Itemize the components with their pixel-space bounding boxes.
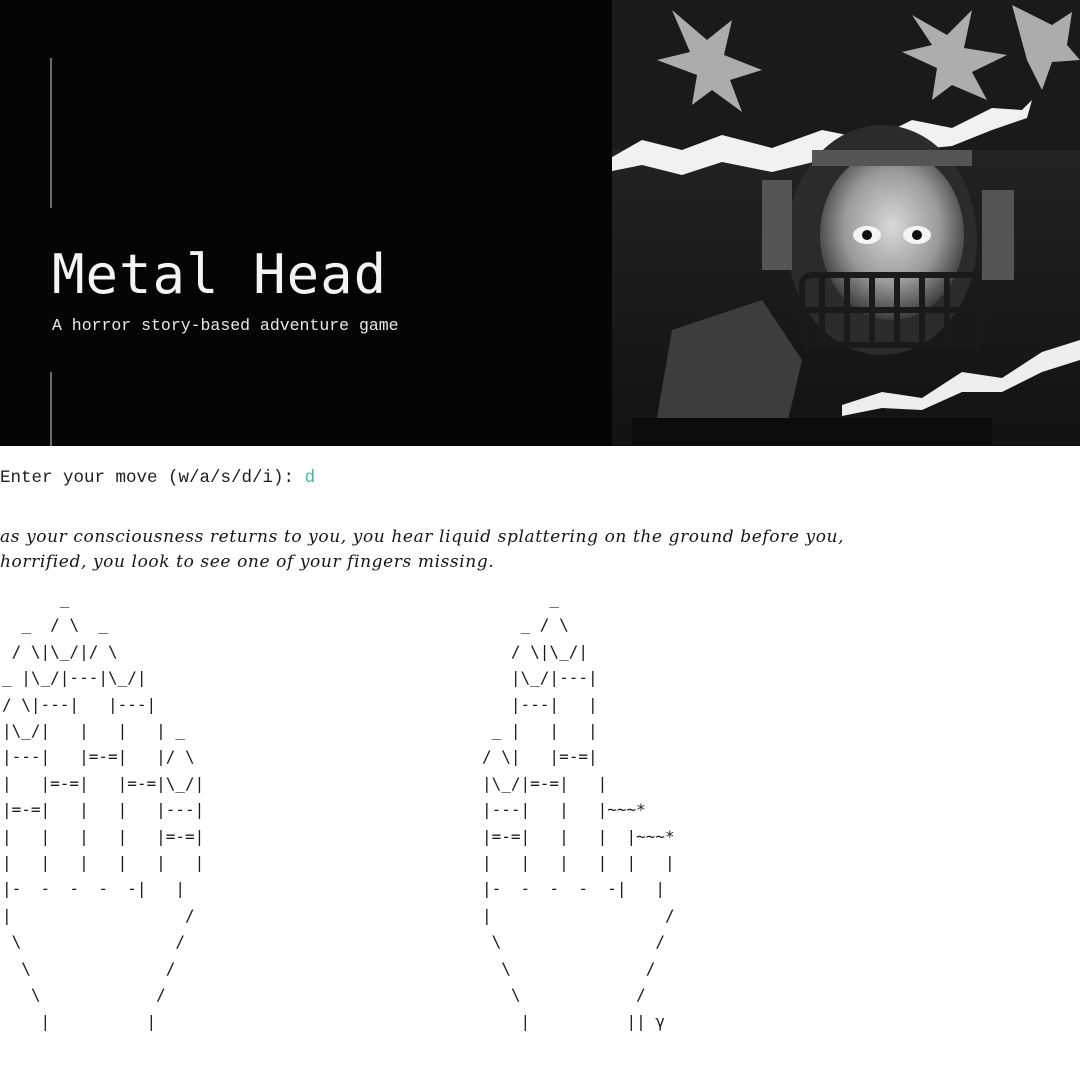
story-line: horrified, you look to see one of your f… [0,552,495,572]
title-banner: Metal Head A horror story-based adventur… [0,0,1080,446]
accent-line-top [50,58,52,208]
story-text: as your consciousness returns to you, yo… [0,525,1080,575]
ascii-hand-after: _ _ / \ / \|\_/| |\_/|---| |---| | _ | |… [482,589,675,1031]
prompt-label: Enter your move (w/a/s/d/i): [0,468,305,488]
accent-line-bottom [50,372,52,446]
move-prompt: Enter your move (w/a/s/d/i): d [0,468,315,488]
game-screen: Metal Head A horror story-based adventur… [0,0,1080,1080]
horror-artwork [612,0,1080,446]
terminal-output: Enter your move (w/a/s/d/i): d as your c… [0,446,1080,1080]
ascii-hand-before: _ _ / \ _ / \|\_/|/ \ _ |\_/|---|\_/| / … [2,589,205,1031]
move-input[interactable]: d [305,468,316,488]
game-subtitle: A horror story-based adventure game [52,316,399,335]
story-line: as your consciousness returns to you, yo… [0,527,845,547]
game-title: Metal Head [52,243,388,306]
